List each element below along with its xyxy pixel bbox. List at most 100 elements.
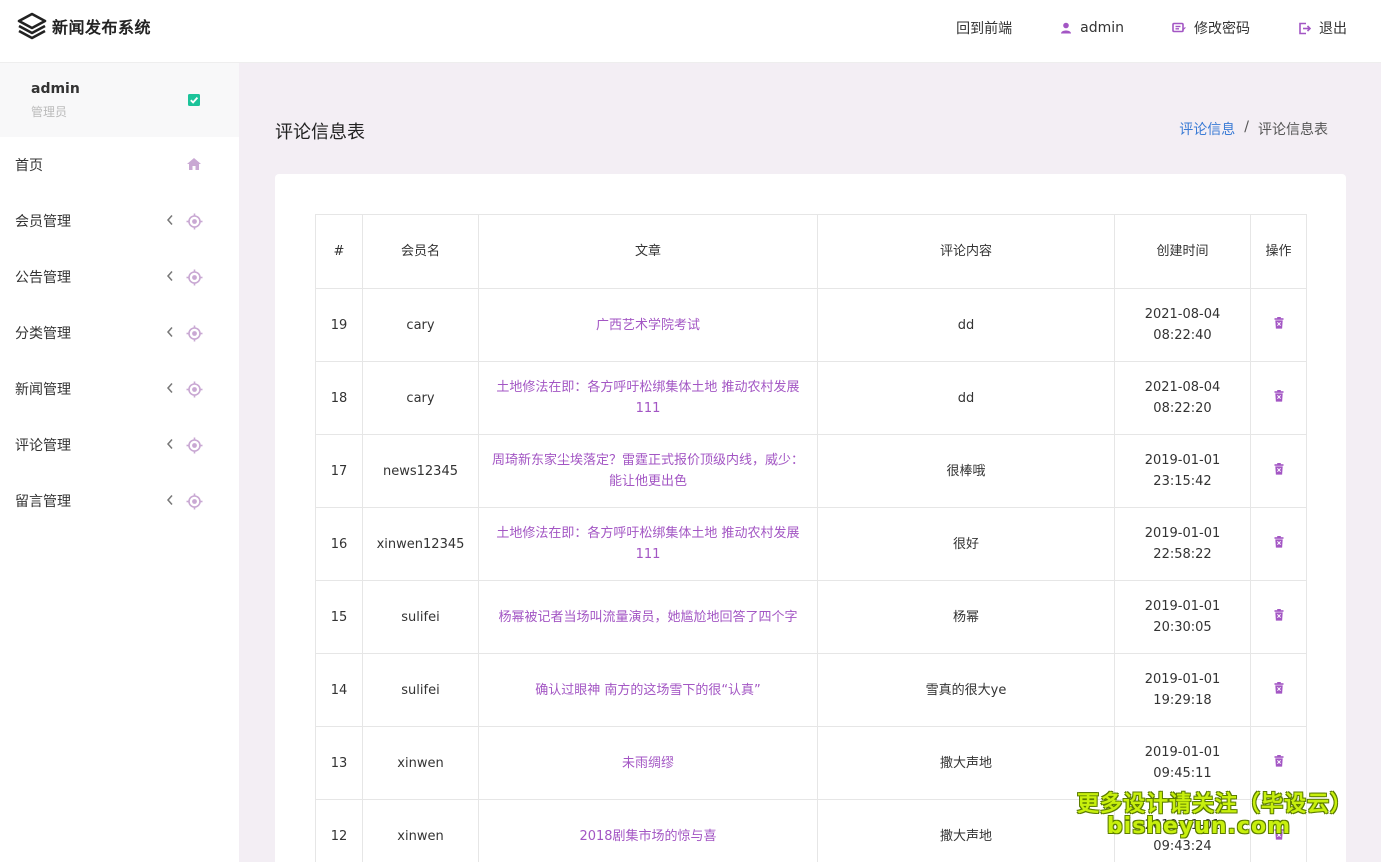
cell-article-link[interactable]: 未雨绸缪 bbox=[478, 726, 818, 800]
top-bar: 新闻发布系统 回到前端 admin 修改密码 退出 bbox=[0, 0, 1381, 63]
trash-icon[interactable] bbox=[1274, 462, 1284, 475]
cell-member: sulifei bbox=[362, 580, 479, 654]
cell-article-link[interactable]: 广西艺术学院考试 bbox=[478, 288, 818, 362]
chevron-left-icon bbox=[166, 495, 173, 505]
cell-article-link[interactable]: 土地修法在即：各方呼吁松绑集体土地 推动农村发展111 bbox=[478, 507, 818, 581]
sidebar-item-label: 分类管理 bbox=[15, 326, 71, 342]
table-row: 15 sulifei 杨幂被记者当场叫流量演员，她尴尬地回答了四个字 杨幂 20… bbox=[315, 580, 1307, 654]
breadcrumb-parent-link[interactable]: 评论信息 bbox=[1179, 119, 1235, 139]
user-icon bbox=[1061, 22, 1072, 34]
cell-action bbox=[1250, 580, 1307, 654]
target-icon bbox=[186, 493, 203, 510]
sidebar-item-label: 评论管理 bbox=[15, 438, 71, 454]
sidebar-item-announcements[interactable]: 公告管理 bbox=[0, 249, 239, 305]
cell-action bbox=[1250, 288, 1307, 362]
cell-created: 2019-01-01 19:29:18 bbox=[1114, 653, 1251, 727]
cell-content: 雪真的很大ye bbox=[817, 653, 1115, 727]
sidebar-user-role: 管理员 bbox=[31, 105, 68, 119]
trash-icon[interactable] bbox=[1274, 608, 1284, 621]
comments-table: # 会员名 文章 评论内容 创建时间 操作 19 cary 广西艺术学院考试 d… bbox=[315, 214, 1307, 862]
user-menu[interactable]: admin bbox=[1060, 20, 1124, 36]
sidebar-item-home[interactable]: 首页 bbox=[0, 137, 239, 193]
trash-icon[interactable] bbox=[1274, 389, 1284, 402]
table-header-row: # 会员名 文章 评论内容 创建时间 操作 bbox=[315, 214, 1307, 289]
trash-icon[interactable] bbox=[1274, 535, 1284, 548]
frontend-link-label: 回到前端 bbox=[956, 21, 1013, 37]
change-password-link[interactable]: 修改密码 bbox=[1172, 18, 1250, 38]
cell-member: xinwen bbox=[362, 799, 479, 862]
chevron-left-icon bbox=[166, 215, 173, 225]
sidebar-item-messages[interactable]: 留言管理 bbox=[0, 473, 239, 529]
trash-icon[interactable] bbox=[1274, 681, 1284, 694]
user-menu-label: admin bbox=[1080, 20, 1124, 36]
cell-id: 17 bbox=[315, 434, 363, 508]
chevron-left-icon bbox=[166, 383, 173, 393]
home-icon bbox=[187, 158, 201, 170]
table-row: 17 news12345 周琦新东家尘埃落定？雷霆正式报价顶级内线，威少：能让他… bbox=[315, 434, 1307, 508]
cell-article-link[interactable]: 土地修法在即：各方呼吁松绑集体土地 推动农村发展111 bbox=[478, 361, 818, 435]
cell-article-link[interactable]: 2018剧集市场的惊与喜 bbox=[478, 799, 818, 862]
trash-icon[interactable] bbox=[1274, 316, 1284, 329]
comments-table-card: # 会员名 文章 评论内容 创建时间 操作 19 cary 广西艺术学院考试 d… bbox=[275, 174, 1346, 862]
sidebar-item-comments[interactable]: 评论管理 bbox=[0, 417, 239, 473]
cell-article-link[interactable]: 杨幂被记者当场叫流量演员，她尴尬地回答了四个字 bbox=[478, 580, 818, 654]
app-title: 新闻发布系统 bbox=[52, 18, 152, 37]
column-header-article: 文章 bbox=[478, 214, 818, 289]
cell-created: 2019-01-01 22:58:22 bbox=[1114, 507, 1251, 581]
chevron-left-icon bbox=[166, 439, 173, 449]
sidebar-item-members[interactable]: 会员管理 bbox=[0, 193, 239, 249]
cell-id: 13 bbox=[315, 726, 363, 800]
breadcrumb-current: 评论信息表 bbox=[1258, 122, 1328, 138]
target-icon bbox=[186, 213, 203, 230]
sidebar-item-label: 新闻管理 bbox=[15, 382, 71, 398]
cell-created: 2019-01-01 20:30:05 bbox=[1114, 580, 1251, 654]
logout-label: 退出 bbox=[1319, 21, 1347, 37]
cell-member: xinwen12345 bbox=[362, 507, 479, 581]
column-header-created: 创建时间 bbox=[1114, 214, 1251, 289]
trash-icon[interactable] bbox=[1274, 754, 1284, 767]
top-nav: 回到前端 admin 修改密码 退出 bbox=[908, 0, 1347, 56]
cell-article-link[interactable]: 确认过眼神 南方的这场雪下的很“认真” bbox=[478, 653, 818, 727]
chevron-left-icon bbox=[166, 327, 173, 337]
app-logo[interactable]: 新闻发布系统 bbox=[16, 10, 151, 42]
target-icon bbox=[186, 381, 203, 398]
cell-id: 12 bbox=[315, 799, 363, 862]
table-row: 18 cary 土地修法在即：各方呼吁松绑集体土地 推动农村发展111 dd 2… bbox=[315, 361, 1307, 435]
cell-action bbox=[1250, 507, 1307, 581]
cell-content: 很棒哦 bbox=[817, 434, 1115, 508]
frontend-link[interactable]: 回到前端 bbox=[956, 18, 1012, 38]
verified-check-icon bbox=[188, 94, 200, 106]
cell-member: cary bbox=[362, 288, 479, 362]
watermark-line-2: bisheyun.com bbox=[1106, 814, 1291, 839]
sidebar-item-news[interactable]: 新闻管理 bbox=[0, 361, 239, 417]
logout-link[interactable]: 退出 bbox=[1298, 18, 1347, 38]
sidebar-menu: 首页 会员管理 公告管理 分类管理 新闻管理 评论管理 留言管理 bbox=[0, 137, 239, 529]
sidebar-item-label: 会员管理 bbox=[15, 214, 71, 230]
cell-content: dd bbox=[817, 288, 1115, 362]
cell-id: 18 bbox=[315, 361, 363, 435]
column-header-action: 操作 bbox=[1250, 214, 1307, 289]
cell-created: 2021-08-04 08:22:40 bbox=[1114, 288, 1251, 362]
cell-content: 杨幂 bbox=[817, 580, 1115, 654]
table-row: 19 cary 广西艺术学院考试 dd 2021-08-04 08:22:40 bbox=[315, 288, 1307, 362]
key-edit-icon bbox=[1172, 22, 1186, 33]
cell-created: 2021-08-04 08:22:20 bbox=[1114, 361, 1251, 435]
breadcrumb: 评论信息 / 评论信息表 bbox=[1179, 119, 1328, 139]
cell-member: sulifei bbox=[362, 653, 479, 727]
cell-article-link[interactable]: 周琦新东家尘埃落定？雷霆正式报价顶级内线，威少：能让他更出色 bbox=[478, 434, 818, 508]
cell-id: 14 bbox=[315, 653, 363, 727]
column-header-content: 评论内容 bbox=[817, 214, 1115, 289]
cell-action bbox=[1250, 361, 1307, 435]
sidebar-item-categories[interactable]: 分类管理 bbox=[0, 305, 239, 361]
sidebar-item-label: 留言管理 bbox=[15, 494, 71, 510]
column-header-member: 会员名 bbox=[362, 214, 479, 289]
column-header-id: # bbox=[315, 214, 363, 289]
cell-member: cary bbox=[362, 361, 479, 435]
logout-icon bbox=[1299, 22, 1311, 34]
breadcrumb-separator: / bbox=[1244, 119, 1249, 135]
cell-action bbox=[1250, 434, 1307, 508]
table-row: 16 xinwen12345 土地修法在即：各方呼吁松绑集体土地 推动农村发展1… bbox=[315, 507, 1307, 581]
change-password-label: 修改密码 bbox=[1194, 21, 1250, 37]
sidebar-item-label: 首页 bbox=[15, 158, 43, 174]
target-icon bbox=[186, 437, 203, 454]
